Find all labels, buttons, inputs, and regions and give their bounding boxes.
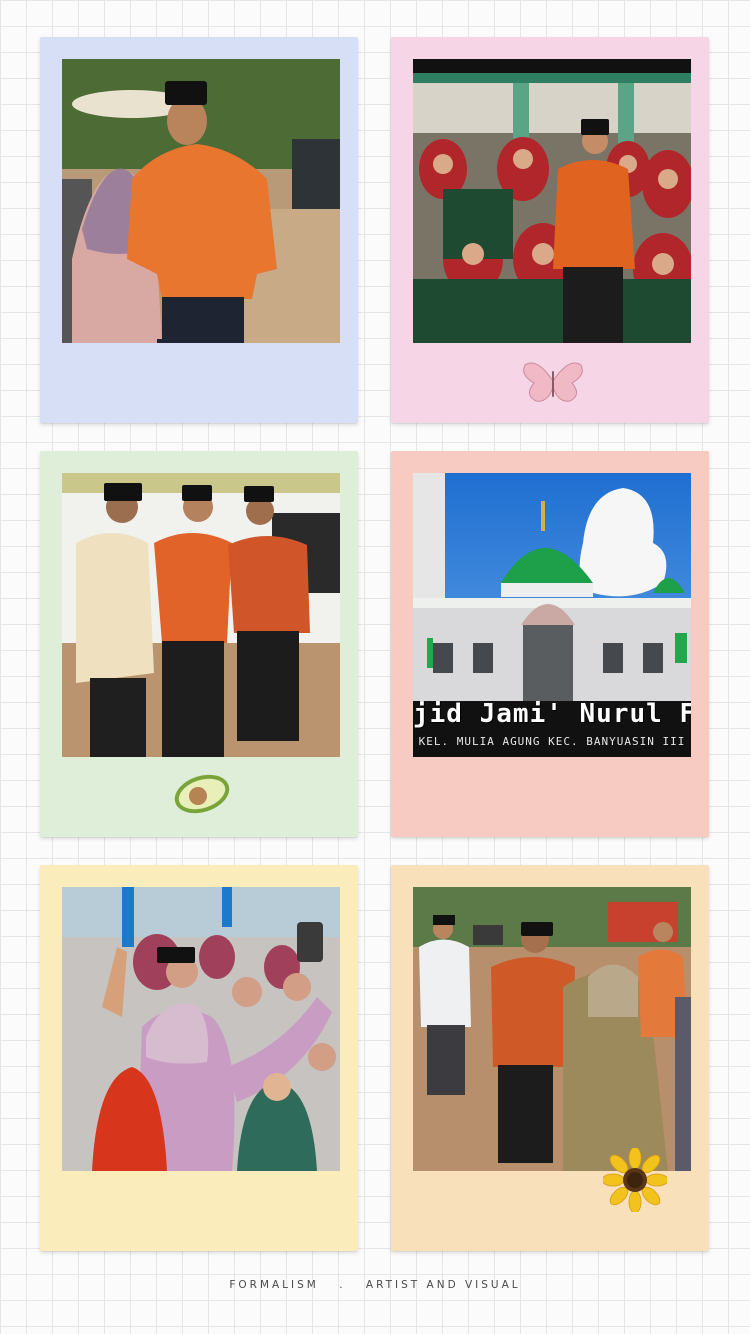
footer-right-text: ARTIST AND VISUAL <box>365 1279 521 1291</box>
avocado-icon <box>174 774 230 814</box>
footer-left-text: FORMALISM <box>229 1279 319 1291</box>
photo-man-orange-shirt <box>62 59 340 343</box>
butterfly-icon <box>523 362 583 402</box>
polaroid-card-5 <box>40 865 358 1251</box>
footer-credit: FORMALISM . ARTIST AND VISUAL <box>0 1279 750 1291</box>
photo-mosque: jid Jami' Nurul Fa KEL. MULIA AGUNG KEC.… <box>413 473 691 757</box>
photo-crowd-selfie <box>62 887 340 1171</box>
polaroid-card-3 <box>40 451 358 837</box>
photo-three-men-microphone <box>62 473 340 757</box>
mosque-banner-title: jid Jami' Nurul Fa <box>413 699 691 729</box>
photo-greeting-crowd <box>413 887 691 1171</box>
footer-separator: . <box>339 1279 346 1291</box>
mosque-banner-subtitle: KEL. MULIA AGUNG KEC. BANYUASIN III <box>418 735 686 748</box>
photo-group-red-hijabs <box>413 59 691 343</box>
polaroid-card-6 <box>391 865 709 1251</box>
sunflower-icon <box>603 1148 667 1212</box>
polaroid-card-2 <box>391 37 709 423</box>
polaroid-card-4: jid Jami' Nurul Fa KEL. MULIA AGUNG KEC.… <box>391 451 709 837</box>
polaroid-card-1 <box>40 37 358 423</box>
